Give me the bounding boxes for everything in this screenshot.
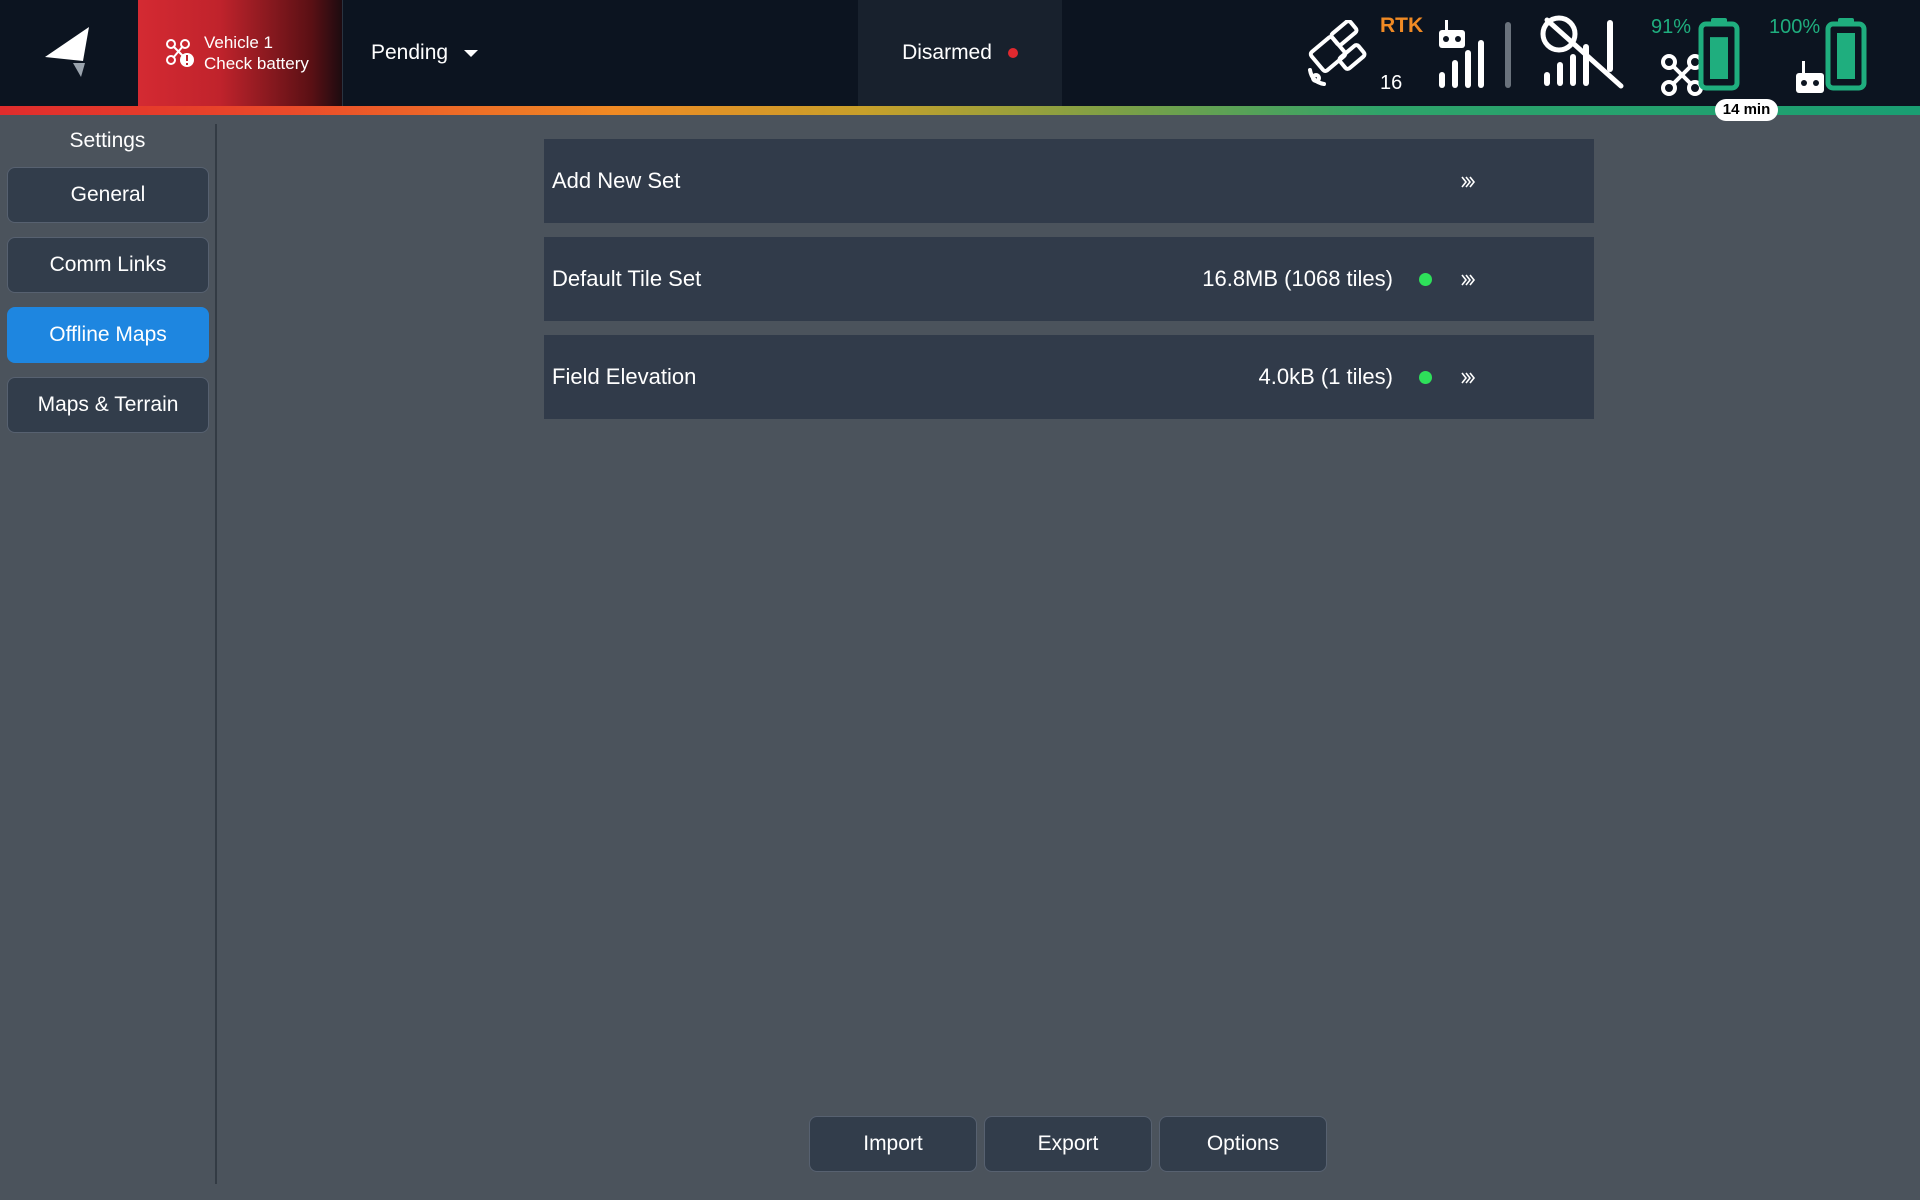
vehicle-name: Vehicle 1 <box>204 33 273 52</box>
tile-set-row-field-elevation[interactable]: Field Elevation 4.0kB (1 tiles) <box>544 335 1594 419</box>
qgc-logo-icon <box>45 27 89 77</box>
export-button[interactable]: Export <box>984 1116 1152 1172</box>
double-chevron-right-icon <box>1461 176 1476 188</box>
tile-set-size: 16.8MB (1068 tiles) <box>1202 266 1393 291</box>
tile-set-row-add-new[interactable]: Add New Set <box>544 139 1594 223</box>
tile-set-status-dot <box>1419 272 1432 286</box>
satellite-icon[interactable] <box>1302 20 1374 90</box>
sidebar-item-maps-terrain[interactable]: Maps & Terrain <box>7 377 209 433</box>
flight-battery-percent: 91% <box>1651 16 1692 38</box>
sidebar-title: Settings <box>69 129 146 152</box>
chevron-down-icon <box>464 49 479 57</box>
double-chevron-right-icon <box>1461 274 1476 286</box>
top-toolbar: Vehicle 1 Check battery Pending Disarmed… <box>0 0 1920 106</box>
rc-signal-icon[interactable] <box>1437 16 1515 92</box>
sidebar-item-offline-maps[interactable]: Offline Maps <box>7 307 209 363</box>
tile-set-name: Default Tile Set <box>552 266 702 291</box>
telemetry-no-signal-icon[interactable] <box>1537 14 1625 90</box>
tile-set-row-default[interactable]: Default Tile Set 16.8MB (1068 tiles) <box>544 237 1594 321</box>
remaining-flight-time: 14 min <box>1715 99 1778 121</box>
drone-warning-icon <box>166 39 194 67</box>
satellite-count: 16 <box>1380 72 1403 94</box>
rc-battery-percent: 100% <box>1769 16 1821 38</box>
tile-set-status-dot <box>1419 370 1432 384</box>
sidebar-item-general[interactable]: General <box>7 167 209 223</box>
flight-time-progress-bar <box>0 106 1920 115</box>
tile-set-name: Field Elevation <box>552 364 697 389</box>
import-button[interactable]: Import <box>809 1116 977 1172</box>
vehicle-health-message: Check battery <box>204 54 309 73</box>
sidebar-item-comm-links[interactable]: Comm Links <box>7 237 209 293</box>
gps-fix-label: RTK <box>1380 14 1424 37</box>
vehicle-health-indicator[interactable]: Vehicle 1 Check battery <box>138 0 342 106</box>
flight-battery-icon[interactable] <box>1696 17 1742 93</box>
settings-sidebar: Settings General Comm Links Offline Maps… <box>0 115 215 1200</box>
tile-set-name: Add New Set <box>552 168 681 193</box>
sidebar-divider <box>215 124 217 1184</box>
flight-mode-selector[interactable]: Pending <box>343 0 513 106</box>
options-button[interactable]: Options <box>1159 1116 1327 1172</box>
double-chevron-right-icon <box>1461 372 1476 384</box>
arm-status-label: Disarmed <box>902 41 992 64</box>
tile-set-size: 4.0kB (1 tiles) <box>1258 364 1394 389</box>
app-menu-button[interactable] <box>0 0 138 106</box>
arm-status-dot <box>1007 48 1018 58</box>
rc-battery-icon[interactable] <box>1823 17 1869 93</box>
arm-status-indicator[interactable]: Disarmed <box>858 0 1062 106</box>
flight-mode-label: Pending <box>371 41 449 64</box>
